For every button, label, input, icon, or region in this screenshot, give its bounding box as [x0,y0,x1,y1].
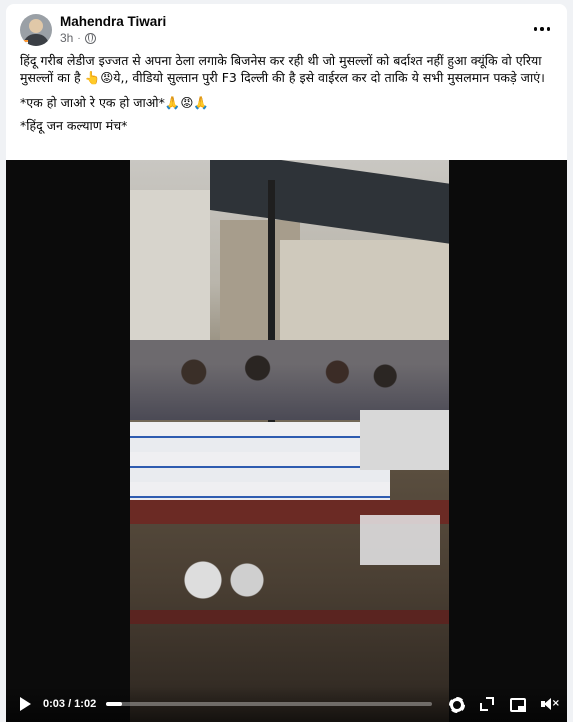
volume-muted-icon[interactable]: × [541,696,560,712]
post-meta: 3h · [60,31,96,45]
video-timecode: 0:03 / 1:02 [43,698,97,710]
more-options-button[interactable] [529,16,555,42]
avatar-face [29,19,43,33]
frame-tapes [170,555,280,605]
video-controls: 0:03 / 1:02 × [6,686,567,722]
video-player[interactable]: 0:03 / 1:02 × [6,160,567,722]
post-organization: *हिंदू जन कल्याण मंच* [20,118,128,133]
video-frame[interactable] [130,160,449,722]
post-text: हिंदू गरीब लेडीज इज्जत से अपना ठेला लगाक… [20,52,556,140]
gear-icon[interactable] [448,696,465,713]
more-horizontal-icon [540,27,544,31]
post-time[interactable]: 3h [60,31,73,45]
video-control-icons: × [448,696,560,713]
post-card: Mahendra Tiwari 3h · हिंदू गरीब लेडीज इज… [6,4,567,722]
play-icon[interactable] [20,697,31,711]
globe-icon[interactable] [84,32,96,44]
avatar[interactable] [20,14,52,46]
meta-separator: · [77,32,81,44]
post-header: Mahendra Tiwari 3h · [6,4,567,52]
frame-cloth [360,410,449,470]
frame-boxes [130,422,390,512]
more-horizontal-icon [546,27,551,31]
frame-crowd [130,340,449,420]
pip-icon[interactable] [510,696,526,712]
flag-icon [20,40,28,46]
post-body: हिंदू गरीब लेडीज इज्जत से अपना ठेला लगाक… [20,53,545,85]
author-name[interactable]: Mahendra Tiwari [60,14,166,29]
post-slogan: *एक हो जाओ रे एक हो जाओ*🙏😡🙏 [20,95,209,110]
video-progress-bar[interactable] [106,702,433,706]
frame-tubs [360,515,440,565]
expand-icon[interactable] [479,696,495,712]
frame-shelf [130,610,449,624]
video-progress-fill [106,702,122,706]
more-horizontal-icon [533,27,538,31]
